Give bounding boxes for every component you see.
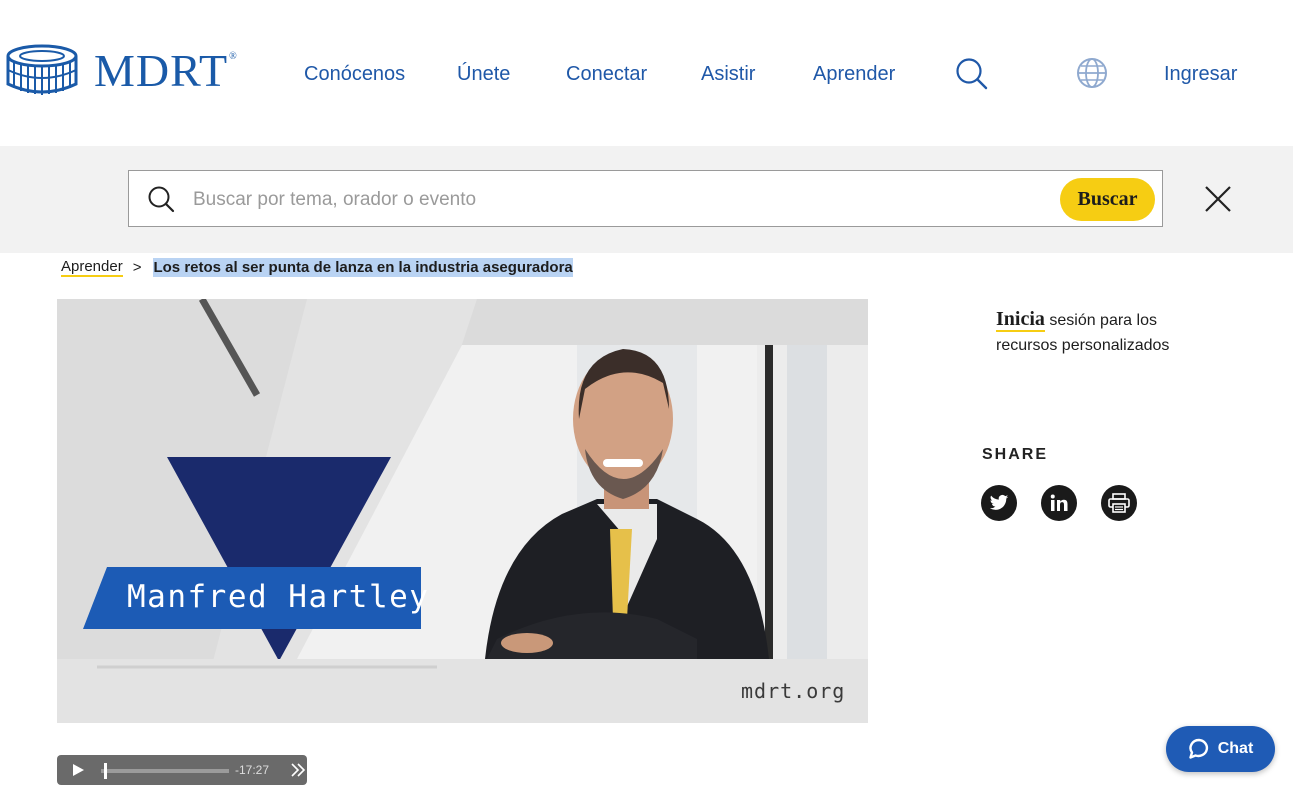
login-prompt: Inicia sesión para los recursos personal… [996, 307, 1196, 358]
search-panel: Buscar [0, 146, 1293, 253]
login-prompt-link[interactable]: Inicia [996, 308, 1045, 332]
breadcrumb: Aprender > Los retos al ser punta de lan… [61, 258, 573, 277]
breadcrumb-separator: > [132, 259, 142, 276]
chat-bubble-icon [1189, 738, 1208, 759]
video-artwork [57, 299, 868, 723]
search-box: Buscar [128, 170, 1163, 227]
seek-bar[interactable] [101, 769, 229, 773]
mdrt-logo[interactable]: MDRT® [4, 42, 238, 100]
chat-button[interactable]: Chat [1166, 726, 1275, 772]
close-icon[interactable] [1204, 185, 1232, 213]
logo-wordmark: MDRT [94, 45, 229, 96]
video-thumbnail[interactable]: Manfred Hartley mdrt.org [57, 299, 868, 723]
search-icon [148, 186, 175, 213]
share-label: SHARE [982, 446, 1049, 463]
mdrt-logo-icon [6, 44, 78, 95]
registered-mark: ® [229, 51, 238, 62]
nav-unete[interactable]: Únete [457, 63, 510, 86]
search-submit-button[interactable]: Buscar [1060, 178, 1155, 221]
time-remaining: -17:27 [235, 763, 270, 777]
globe-icon[interactable] [1076, 57, 1108, 89]
speaker-name: Manfred Hartley [127, 579, 430, 615]
seek-handle[interactable] [104, 763, 107, 779]
search-input[interactable] [191, 183, 1045, 217]
print-icon [1108, 493, 1130, 513]
fast-forward-icon[interactable] [290, 763, 306, 777]
site-header: MDRT® Conócenos Únete Conectar Asistir A… [0, 0, 1293, 146]
twitter-icon [989, 494, 1009, 510]
nav-conectar[interactable]: Conectar [566, 63, 647, 86]
share-linkedin-button[interactable] [1041, 485, 1077, 521]
chat-label: Chat [1217, 740, 1254, 757]
breadcrumb-aprender[interactable]: Aprender [61, 258, 123, 277]
nav-aprender[interactable]: Aprender [813, 63, 895, 86]
nav-conocenos[interactable]: Conócenos [304, 63, 405, 86]
video-player-controls: -17:27 [57, 755, 307, 785]
share-twitter-button[interactable] [981, 485, 1017, 521]
breadcrumb-current: Los retos al ser punta de lanza en la in… [153, 258, 573, 277]
video-watermark: mdrt.org [741, 679, 846, 703]
nav-asistir[interactable]: Asistir [701, 63, 755, 86]
login-link[interactable]: Ingresar [1164, 63, 1237, 86]
linkedin-icon [1050, 494, 1068, 511]
search-icon[interactable] [955, 57, 989, 91]
play-icon[interactable] [71, 763, 85, 777]
share-print-button[interactable] [1101, 485, 1137, 521]
